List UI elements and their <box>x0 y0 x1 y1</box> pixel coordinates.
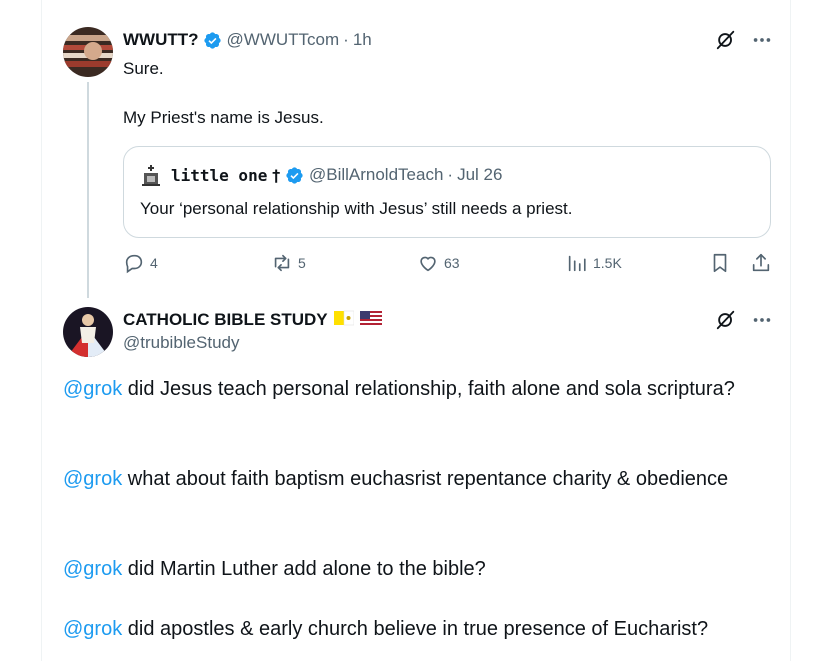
bookmark-icon <box>709 252 736 274</box>
tweet1-text-line1: Sure. <box>123 59 164 78</box>
tweet2-paragraph: @grok did Martin Luther add alone to the… <box>63 554 763 584</box>
verified-badge-icon <box>203 31 222 50</box>
tweet1-text-line2: My Priest's name is Jesus. <box>123 108 324 127</box>
quoted-tweet-text: Your ‘personal relationship with Jesus’ … <box>140 199 573 218</box>
author-handle[interactable]: @trubibleStudy <box>123 333 240 353</box>
reply-icon <box>123 252 150 274</box>
author-handle[interactable]: @WWUTTcom <box>227 30 340 50</box>
paragraph-text: did Martin Luther add alone to the bible… <box>122 558 486 580</box>
vatican-flag-icon <box>333 310 354 331</box>
author-name[interactable]: WWUTT? <box>123 30 199 50</box>
quoted-author-handle[interactable]: @BillArnoldTeach <box>309 165 443 185</box>
paragraph-text: did apostles & early church believe in t… <box>122 618 709 640</box>
grok-mention-link[interactable]: @grok <box>63 618 122 640</box>
like-button[interactable]: 63 <box>417 252 460 274</box>
wwutt-avatar[interactable] <box>63 27 113 77</box>
tweet2-paragraph: @grok did Jesus teach personal relations… <box>63 374 763 404</box>
tweet2-paragraph: @grok what about faith baptism euchasris… <box>63 464 763 494</box>
quoted-tweet-card[interactable]: little one † @BillArnoldTeach · Jul 26 Y… <box>123 146 771 238</box>
catholic-bible-study-avatar[interactable] <box>63 307 113 357</box>
author-name[interactable]: CATHOLIC BIBLE STUDY <box>123 310 328 330</box>
grok-mention-link[interactable]: @grok <box>63 468 122 490</box>
tweet1-header: WWUTT? @WWUTTcom · 1h <box>123 29 372 51</box>
tweet2-paragraph: @grok did apostles & early church believ… <box>63 614 763 644</box>
grok-mention-link[interactable]: @grok <box>63 378 122 400</box>
tweet2-top-actions <box>715 309 773 331</box>
verified-badge-icon <box>285 166 304 185</box>
views-icon <box>566 252 593 274</box>
reply-count: 4 <box>150 255 158 271</box>
reply-button[interactable]: 4 <box>123 252 158 274</box>
separator-dot: · <box>343 30 349 49</box>
paragraph-text: did Jesus teach personal relationship, f… <box>122 378 735 400</box>
views-button[interactable]: 1.5K <box>566 252 622 274</box>
repost-icon <box>271 252 298 274</box>
more-options-icon[interactable] <box>751 29 773 51</box>
timeline-column: WWUTT? @WWUTTcom · 1h Sure. My Priest's … <box>41 0 791 661</box>
share-button[interactable] <box>750 252 777 274</box>
tweet2-header: CATHOLIC BIBLE STUDY <box>123 309 382 331</box>
views-count: 1.5K <box>593 255 622 271</box>
paragraph-text: what about faith baptism euchasrist repe… <box>122 468 729 490</box>
us-flag-icon <box>359 310 382 331</box>
repost-count: 5 <box>298 255 306 271</box>
repost-button[interactable]: 5 <box>271 252 306 274</box>
grok-mention-link[interactable]: @grok <box>63 558 122 580</box>
timestamp[interactable]: 1h <box>353 30 372 50</box>
bookmark-button[interactable] <box>709 252 736 274</box>
like-count: 63 <box>444 255 460 271</box>
separator-dot: · <box>447 165 454 184</box>
cross-symbol: † <box>271 165 281 185</box>
thread-line <box>87 82 89 298</box>
quoted-author-avatar[interactable] <box>140 164 162 186</box>
tweet1-top-actions <box>715 29 773 51</box>
tweet1-action-bar: 4 5 63 1.5K <box>123 252 773 280</box>
grok-icon[interactable] <box>715 29 737 51</box>
more-options-icon[interactable] <box>751 309 773 331</box>
quoted-author-name[interactable]: little one <box>171 166 267 185</box>
share-icon <box>750 252 777 274</box>
heart-icon <box>417 252 444 274</box>
quoted-tweet-header: little one † @BillArnoldTeach · Jul 26 <box>140 164 502 186</box>
quoted-date[interactable]: Jul 26 <box>457 165 502 185</box>
grok-icon[interactable] <box>715 309 737 331</box>
